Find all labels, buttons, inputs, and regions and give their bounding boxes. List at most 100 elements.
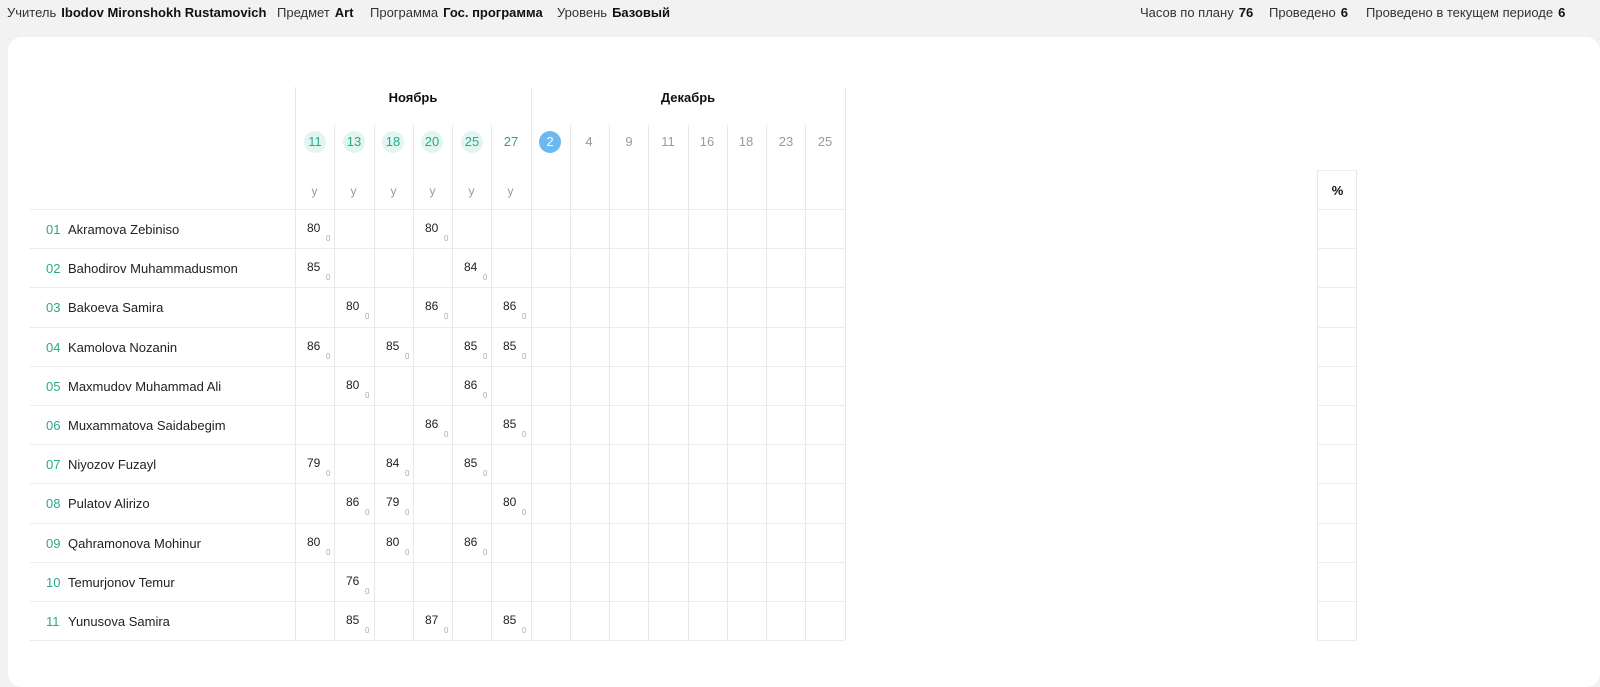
lesson-date[interactable]: 25 — [461, 131, 483, 153]
grade-value[interactable]: 80 — [307, 535, 320, 549]
grade-value[interactable]: 84 — [386, 456, 399, 470]
student-number: 11 — [46, 614, 60, 629]
student-name[interactable]: Kamolova Nozanin — [68, 340, 177, 355]
journal-card — [8, 37, 1600, 687]
grade-value[interactable]: 76 — [346, 574, 359, 588]
conducted-period-info: Проведено в текущем периоде 6 — [1366, 5, 1565, 20]
lesson-date[interactable]: 23 — [775, 131, 797, 153]
grade-value[interactable]: 79 — [386, 495, 399, 509]
lesson-type: у — [350, 184, 357, 198]
grade-value[interactable]: 85 — [346, 613, 359, 627]
grade-value[interactable]: 80 — [425, 221, 438, 235]
grade-subvalue: 0 — [444, 430, 449, 439]
grade-value[interactable]: 86 — [425, 299, 438, 313]
grade-value[interactable]: 85 — [503, 417, 516, 431]
grade-subvalue: 0 — [522, 430, 527, 439]
grade-subvalue: 0 — [326, 548, 331, 557]
lesson-type: у — [390, 184, 397, 198]
program-info: Программа Гос. программа — [370, 5, 543, 20]
grade-value[interactable]: 80 — [307, 221, 320, 235]
grade-subvalue: 0 — [405, 352, 410, 361]
student-name[interactable]: Bahodirov Muhammadusmon — [68, 261, 238, 276]
row-line — [30, 287, 845, 288]
grade-value[interactable]: 84 — [464, 260, 477, 274]
grade-subvalue: 0 — [522, 626, 527, 635]
grade-value[interactable]: 85 — [307, 260, 320, 274]
grade-subvalue: 0 — [365, 312, 370, 321]
grade-subvalue: 0 — [326, 273, 331, 282]
student-name[interactable]: Temurjonov Temur — [68, 575, 175, 590]
student-number: 03 — [46, 300, 61, 315]
row-line — [30, 523, 845, 524]
row-line — [30, 366, 845, 367]
lesson-date[interactable]: 27 — [500, 131, 522, 153]
lesson-date[interactable]: 20 — [421, 131, 443, 153]
lesson-type: у — [429, 184, 436, 198]
student-number: 06 — [46, 418, 61, 433]
row-line — [1317, 601, 1357, 602]
lesson-date[interactable]: 13 — [343, 131, 365, 153]
student-name[interactable]: Pulatov Alirizo — [68, 496, 150, 511]
grade-value[interactable]: 86 — [346, 495, 359, 509]
row-line — [1317, 444, 1357, 445]
grade-value[interactable]: 85 — [503, 339, 516, 353]
row-line — [1317, 523, 1357, 524]
program-value: Гос. программа — [443, 5, 543, 20]
grade-value[interactable]: 79 — [307, 456, 320, 470]
grid-column-line — [295, 87, 296, 640]
grade-value[interactable]: 85 — [503, 613, 516, 627]
student-name[interactable]: Yunusova Samira — [68, 614, 170, 629]
student-number: 02 — [46, 261, 61, 276]
grade-subvalue: 0 — [483, 273, 488, 282]
grade-subvalue: 0 — [483, 352, 488, 361]
row-line — [1317, 248, 1357, 249]
grade-subvalue: 0 — [483, 548, 488, 557]
lesson-date[interactable]: 11 — [304, 131, 326, 153]
grade-subvalue: 0 — [365, 587, 370, 596]
month-header: Ноябрь — [388, 90, 438, 105]
grade-value[interactable]: 85 — [464, 339, 477, 353]
grade-value[interactable]: 86 — [464, 378, 477, 392]
grade-value[interactable]: 86 — [503, 299, 516, 313]
grade-value[interactable]: 80 — [346, 378, 359, 392]
student-name[interactable]: Qahramonova Mohinur — [68, 536, 201, 551]
grade-value[interactable]: 86 — [425, 417, 438, 431]
lesson-date[interactable]: 18 — [735, 131, 757, 153]
student-name[interactable]: Niyozov Fuzayl — [68, 457, 156, 472]
lesson-date[interactable]: 9 — [618, 131, 640, 153]
program-label: Программа — [370, 5, 439, 20]
lesson-date[interactable]: 16 — [696, 131, 718, 153]
grid-column-line — [845, 87, 846, 640]
month-header: Декабрь — [660, 90, 716, 105]
grade-value[interactable]: 86 — [307, 339, 320, 353]
lesson-date[interactable]: 2 — [539, 131, 561, 153]
lesson-type: у — [468, 184, 475, 198]
student-name[interactable]: Akramova Zebiniso — [68, 222, 179, 237]
grade-value[interactable]: 85 — [386, 339, 399, 353]
grid-column-line — [531, 87, 532, 640]
row-line — [30, 444, 845, 445]
grade-value[interactable]: 85 — [464, 456, 477, 470]
grade-subvalue: 0 — [405, 508, 410, 517]
lesson-date[interactable]: 4 — [578, 131, 600, 153]
row-line — [30, 209, 845, 210]
student-name[interactable]: Muxammatova Saidabegim — [68, 418, 226, 433]
student-name[interactable]: Maxmudov Muhammad Ali — [68, 379, 221, 394]
grade-value[interactable]: 80 — [503, 495, 516, 509]
row-line — [1317, 327, 1357, 328]
grade-value[interactable]: 87 — [425, 613, 438, 627]
lesson-date[interactable]: 25 — [814, 131, 836, 153]
lesson-date[interactable]: 11 — [657, 131, 679, 153]
grade-subvalue: 0 — [405, 469, 410, 478]
row-line — [30, 640, 845, 641]
grade-value[interactable]: 80 — [346, 299, 359, 313]
grade-value[interactable]: 86 — [464, 535, 477, 549]
teacher-info: Учитель Ibodov Mironshokh Rustamovich — [7, 5, 266, 20]
row-line — [30, 405, 845, 406]
student-number: 08 — [46, 496, 61, 511]
conducted-info: Проведено 6 — [1269, 5, 1348, 20]
lesson-date[interactable]: 18 — [382, 131, 404, 153]
student-name[interactable]: Bakoeva Samira — [68, 300, 163, 315]
row-line — [1317, 287, 1357, 288]
grade-value[interactable]: 80 — [386, 535, 399, 549]
